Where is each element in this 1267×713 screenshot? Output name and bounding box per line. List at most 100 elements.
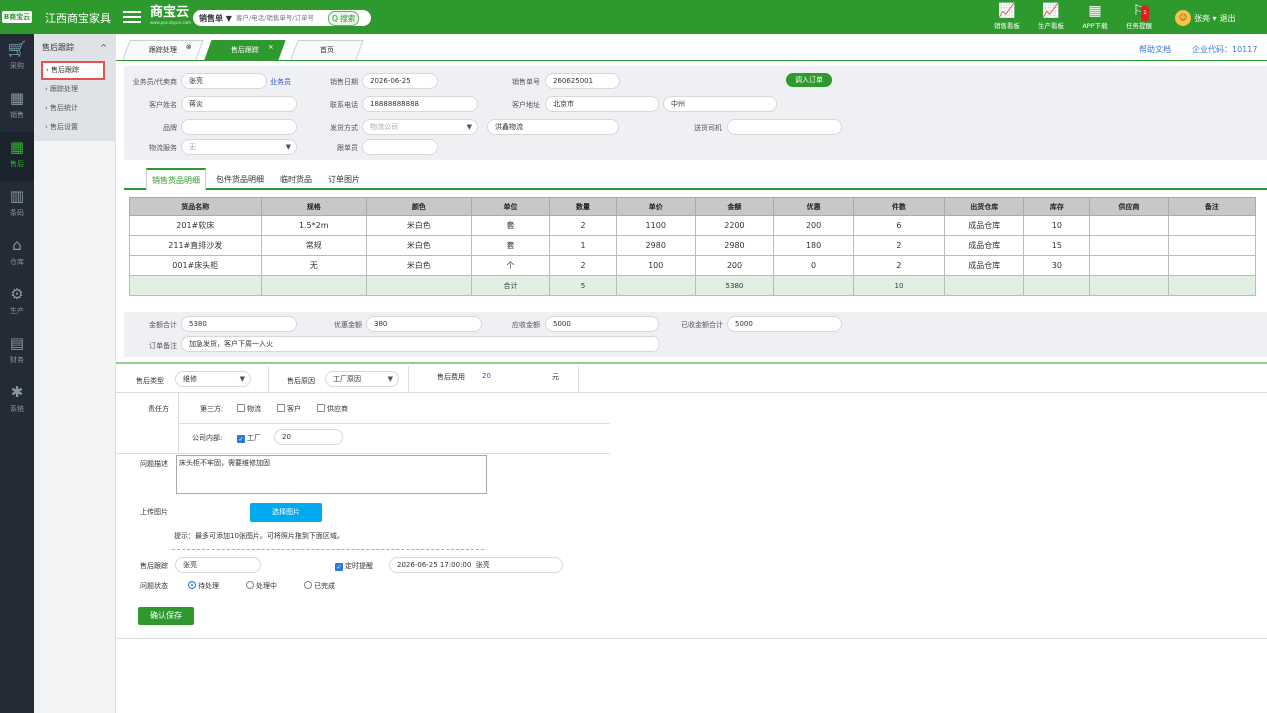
summary-cell: [773, 275, 854, 296]
sales-date-field[interactable]: 2026-06-25: [362, 73, 438, 89]
hamburger-menu-icon[interactable]: [123, 8, 141, 24]
search-input[interactable]: [235, 14, 328, 22]
tracker-field[interactable]: 张亮: [175, 557, 261, 573]
logistics-company-field[interactable]: 洪鑫物流: [487, 119, 619, 135]
aftersales-reason-select[interactable]: 工厂原因 ▼: [325, 371, 399, 387]
reminder-time-field[interactable]: 2026-06-25 17:00:00 张亮: [389, 557, 563, 573]
salesperson-field[interactable]: 张亮: [181, 73, 267, 89]
submenu-item-aftersales-stats[interactable]: › 售后统计: [34, 99, 115, 118]
app-logo[interactable]: B商宝云: [0, 0, 34, 34]
image-drop-zone[interactable]: 提示：最多可添加10张图片。可将照片拖到下面区域。: [172, 531, 484, 550]
import-order-button[interactable]: 调入订单: [786, 73, 832, 87]
user-name[interactable]: 张亮 ▾: [1194, 13, 1217, 24]
tab-home[interactable]: 首页: [290, 40, 364, 60]
tab-aftersales-tracking[interactable]: 售后跟踪 ×: [204, 38, 286, 60]
search-type-select[interactable]: 销售单 ▼: [193, 13, 236, 24]
table-cell: [1167, 235, 1257, 256]
radio-dot[interactable]: [188, 581, 196, 589]
table-row[interactable]: 211#直排沙发 常规 米白色套 1 2980 2980 180 2 成品仓库 15: [129, 235, 1257, 256]
section-divider: [116, 362, 1267, 364]
checkbox-box[interactable]: [317, 404, 325, 412]
checkbox-box[interactable]: [277, 404, 285, 412]
cell-divider: [268, 366, 269, 392]
column-header: 库存: [1023, 197, 1091, 216]
help-doc-link[interactable]: 帮助文档: [1139, 44, 1171, 55]
checkbox-logistics[interactable]: 物流: [237, 404, 261, 414]
row-divider: [116, 392, 1267, 393]
radio-processing[interactable]: 处理中: [246, 581, 277, 591]
user-menu[interactable]: ☺ 张亮 ▾ 退出: [1175, 10, 1236, 26]
aftersales-type-select[interactable]: 维修 ▼: [175, 371, 251, 387]
check-icon[interactable]: ✓: [237, 435, 245, 443]
nav-barcode[interactable]: ▥ 条码: [0, 181, 34, 230]
checkbox-factory[interactable]: ✓ 工厂: [237, 433, 261, 443]
submenu-item-aftersales-tracking[interactable]: › 售后跟踪: [41, 61, 105, 80]
nav-system[interactable]: ✱ 系统: [0, 377, 34, 426]
aftersales-fee-value[interactable]: 20: [482, 372, 491, 380]
customer-name-field[interactable]: 蒋炎: [181, 96, 297, 112]
radio-dot[interactable]: [246, 581, 254, 589]
logout-link[interactable]: 退出: [1220, 13, 1236, 24]
table-cell: 201#软床: [129, 215, 262, 236]
submenu-header[interactable]: 售后跟踪 ^: [34, 34, 115, 61]
close-icon[interactable]: ×: [268, 38, 274, 57]
reminder-checkbox[interactable]: ✓ 定时提醒: [335, 561, 373, 571]
address-detail-field[interactable]: 中州: [663, 96, 777, 112]
table-cell: 001#床头柜: [129, 255, 262, 276]
table-cell: 个: [470, 255, 551, 276]
check-icon[interactable]: ✓: [335, 563, 343, 571]
aftersales-fee-label: 售后费用: [437, 373, 465, 381]
tab-temp-goods[interactable]: 临时货品: [280, 174, 312, 185]
confirm-save-button[interactable]: 确认保存: [138, 607, 194, 625]
table-cell: 常规: [260, 235, 367, 256]
driver-field[interactable]: [727, 119, 842, 135]
sales-board-button[interactable]: 📈 销售看板: [985, 3, 1029, 30]
production-board-button[interactable]: 📈 生产看板: [1029, 3, 1073, 30]
radio-completed[interactable]: 已完成: [304, 581, 335, 591]
table-row[interactable]: 201#软床 1.5*2m 米白色套 2 1100 2200 200 6 成品仓库 10: [129, 215, 1257, 236]
tab-package-goods[interactable]: 包件货品明细: [216, 174, 264, 185]
nav-warehouse[interactable]: ⌂ 仓库: [0, 230, 34, 279]
close-icon[interactable]: ⊗: [186, 38, 192, 57]
table-cell: 无: [260, 255, 367, 276]
checkbox-box[interactable]: [237, 404, 245, 412]
submenu-item-tracking-process[interactable]: › 跟踪处理: [34, 80, 115, 99]
app-download-button[interactable]: ▦ APP下载: [1073, 3, 1117, 30]
radio-dot[interactable]: [304, 581, 312, 589]
choose-image-button[interactable]: 选择图片: [250, 503, 322, 522]
checkbox-customer[interactable]: 客户: [277, 404, 301, 414]
nav-aftersales[interactable]: ▦ 售后: [0, 132, 34, 181]
tab-sales-goods[interactable]: 销售货品明细: [146, 168, 206, 190]
ship-method-select[interactable]: 物流公司 ▼: [362, 119, 478, 135]
nav-purchase[interactable]: 🛒 采购: [0, 34, 34, 83]
summary-cell: [944, 275, 1025, 296]
address-city-field[interactable]: 北京市: [545, 96, 659, 112]
logistics-service-select[interactable]: 无 ▼: [181, 139, 297, 155]
task-reminder-button[interactable]: ⚐ 1 任务提醒: [1117, 3, 1161, 30]
submenu-item-aftersales-settings[interactable]: › 售后设置: [34, 118, 115, 137]
tab-order-images[interactable]: 订单图片: [328, 174, 360, 185]
date-label: 销售日期: [330, 78, 358, 86]
nav-production[interactable]: ⚙ 生产: [0, 279, 34, 328]
tab-bar: 跟踪处理 ⊗ 售后跟踪 × 首页 帮助文档 企业代码：10117: [116, 34, 1267, 61]
table-cell: 成品仓库: [944, 215, 1025, 236]
problem-textarea[interactable]: 床头柜不牢固，需要维修加固: [176, 455, 487, 494]
nav-finance[interactable]: ▤ 财务: [0, 328, 34, 377]
follower-field[interactable]: [362, 139, 438, 155]
table-cell: [1089, 255, 1169, 276]
checkbox-supplier[interactable]: 供应商: [317, 404, 348, 414]
column-header: 单价: [615, 197, 696, 216]
salesperson-link[interactable]: 业务员: [270, 77, 291, 87]
column-header: 件数: [852, 197, 946, 216]
brand-field[interactable]: [181, 119, 297, 135]
search-button[interactable]: Q 搜索: [327, 10, 360, 26]
nav-sales[interactable]: ▦ 销售: [0, 83, 34, 132]
table-row[interactable]: 001#床头柜无米白色个 2 100 200 0 2 成品仓库 30: [129, 255, 1257, 276]
order-note-field[interactable]: 加急发货，客户下周一入火: [181, 336, 660, 352]
radio-pending[interactable]: 待处理: [188, 581, 219, 591]
order-no-field[interactable]: 260625001: [545, 73, 620, 89]
table-cell: [1089, 235, 1169, 256]
tab-tracking-process[interactable]: 跟踪处理 ⊗: [122, 38, 204, 60]
internal-amount-field[interactable]: 20: [274, 429, 343, 445]
phone-field[interactable]: 18888888888: [362, 96, 478, 112]
